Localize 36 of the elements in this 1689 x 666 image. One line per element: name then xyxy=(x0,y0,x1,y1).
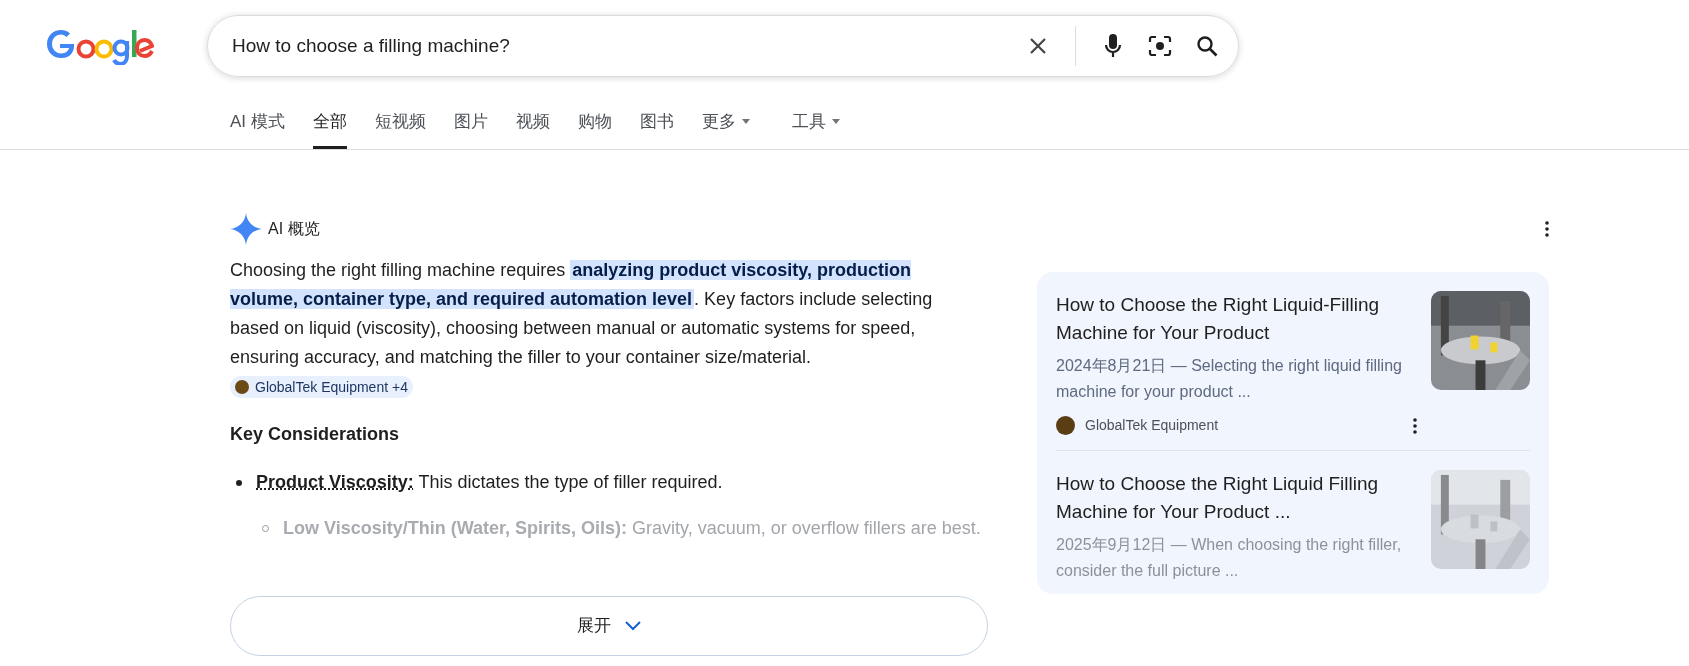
search-tab[interactable]: 全部 xyxy=(312,104,347,149)
search-tab[interactable]: 图片 xyxy=(453,104,488,149)
search-icon[interactable] xyxy=(1196,35,1218,57)
more-options-icon[interactable] xyxy=(1545,221,1549,237)
section-heading: Key Considerations xyxy=(230,423,401,446)
search-tab[interactable]: 工具 xyxy=(791,104,840,149)
caret-icon xyxy=(741,118,750,124)
source-title[interactable]: How to Choose the Right Liquid-Filling Machine for Your Product xyxy=(1056,291,1417,347)
search-tab[interactable]: 视频 xyxy=(515,104,550,149)
chevron-down-icon xyxy=(625,621,641,631)
source-snippet: 2024年8月21日 — Selecting the right liquid filling machine for your product ... xyxy=(1056,356,1403,402)
source-chip[interactable]: GlobalTek Equipment +4 xyxy=(230,376,413,399)
source-site: GlobalTek Equipment xyxy=(1085,416,1219,435)
sparkle-icon xyxy=(230,213,262,245)
close-icon[interactable] xyxy=(1029,37,1047,55)
caret-icon xyxy=(831,118,840,124)
source-title[interactable]: How to Choose the Right Liquid Filling Machine for Your Product ... xyxy=(1056,470,1417,526)
source-snippet: 2025年9月12日 — When choosing the right filler, consider the full picture ... xyxy=(1056,535,1403,581)
logo[interactable] xyxy=(44,27,154,65)
bullet-text: Product Viscosity: This dictates the type of filler required. xyxy=(256,471,723,494)
site-icon xyxy=(1056,416,1075,435)
more-options-icon[interactable] xyxy=(1413,417,1417,434)
search-tab[interactable]: 更多 xyxy=(701,104,750,149)
overview-title: AI 概览 xyxy=(268,219,320,239)
overview-summary: Choosing the right filling machine requires analyzing product viscosity, production volume, container type, and required automation level. Key factors include selecting based on liquid (viscosity), choosing between manual or automatic systems for speed, ensuring accuracy, and matching the filler to your container size/material. GlobalTek Equipment +4 xyxy=(230,256,990,401)
camera-icon[interactable] xyxy=(1148,35,1172,57)
search-tab[interactable]: 短视频 xyxy=(374,104,426,149)
bullet-icon xyxy=(236,480,242,486)
microphone-icon[interactable] xyxy=(1104,33,1122,59)
search-tab[interactable]: AI 模式 xyxy=(230,104,285,149)
search-tab[interactable]: 图书 xyxy=(639,104,674,149)
bullet-text: Low Viscosity/Thin (Water, Spirits, Oils): Gravity, vacuum, or overflow fillers are best. xyxy=(283,517,981,540)
site-icon xyxy=(235,380,249,395)
expand-button[interactable]: 展开 xyxy=(230,596,988,656)
search-query: How to choose a filling machine? xyxy=(232,33,511,58)
search-tab[interactable]: 购物 xyxy=(577,104,612,149)
